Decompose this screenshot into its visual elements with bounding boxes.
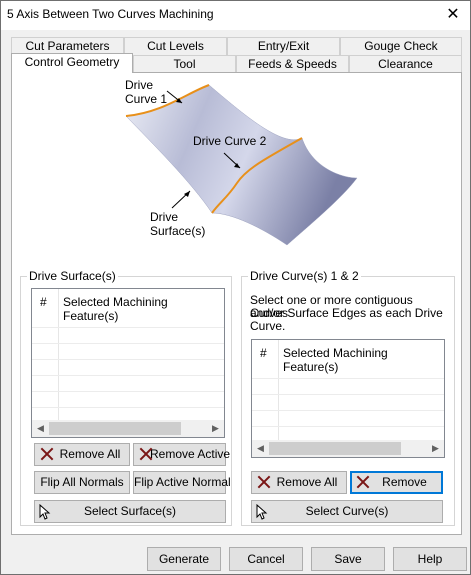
drive-surface-group: Drive Surface(s) # Selected Machining Fe… bbox=[20, 269, 232, 526]
remove-icon bbox=[138, 446, 154, 462]
select-surfaces-label: Select Surface(s) bbox=[83, 504, 177, 518]
scroll-left-icon[interactable]: ◀ bbox=[32, 420, 49, 437]
column-header-feature: Selected Machining Feature(s) bbox=[283, 346, 388, 374]
drive-curves-help-line-3: Curve. bbox=[250, 319, 286, 333]
select-curves-label: Select Curve(s) bbox=[305, 504, 389, 518]
drive-surface-diagram bbox=[125, 84, 358, 246]
scroll-thumb[interactable] bbox=[269, 442, 401, 455]
remove-icon bbox=[355, 474, 371, 490]
drive-curves-list[interactable]: # Selected Machining Feature(s) ◀ ▶ bbox=[251, 339, 445, 458]
flip-active-normal-button[interactable]: Flip Active Normal bbox=[133, 471, 231, 494]
drive-curves-group: Drive Curve(s) 1 & 2 Select one or more … bbox=[241, 269, 455, 526]
remove-all-surfaces-button[interactable]: Remove All bbox=[34, 443, 130, 466]
tab-cut-levels[interactable]: Cut Levels bbox=[124, 37, 227, 55]
scroll-thumb[interactable] bbox=[49, 422, 181, 435]
drive-surface-list[interactable]: # Selected Machining Feature(s) ◀ ▶ bbox=[31, 288, 225, 438]
row-line bbox=[32, 407, 224, 408]
remove-active-surface-button[interactable]: Remove Active bbox=[133, 443, 230, 466]
remove-curve-button[interactable]: Remove bbox=[350, 471, 443, 494]
column-divider bbox=[278, 340, 279, 440]
remove-all-label: Remove All bbox=[276, 475, 338, 489]
tab-feeds-speeds[interactable]: Feeds & Speeds bbox=[236, 55, 349, 73]
select-curves-button[interactable]: Select Curve(s) bbox=[251, 500, 443, 523]
horizontal-scrollbar[interactable]: ◀ ▶ bbox=[32, 420, 224, 437]
label-drive-surface-b: Surface(s) bbox=[150, 224, 206, 238]
remove-all-label: Remove All bbox=[59, 447, 121, 461]
label-drive-surface-a: Drive bbox=[150, 210, 179, 224]
column-divider bbox=[58, 289, 59, 420]
close-icon[interactable]: ✕ bbox=[442, 4, 464, 26]
column-header-feature: Selected Machining Feature(s) bbox=[63, 295, 168, 323]
help-button[interactable]: Help bbox=[393, 547, 467, 571]
remove-icon bbox=[39, 446, 55, 462]
row-line bbox=[252, 378, 444, 379]
scroll-left-icon[interactable]: ◀ bbox=[252, 440, 269, 457]
remove-icon bbox=[256, 474, 272, 490]
tab-clearance[interactable]: Clearance bbox=[349, 55, 462, 73]
tab-entry-exit[interactable]: Entry/Exit bbox=[227, 37, 340, 55]
row-line bbox=[252, 426, 444, 427]
row-line bbox=[252, 394, 444, 395]
tab-control-geometry[interactable]: Control Geometry bbox=[11, 53, 133, 73]
label-drive-curve-2: Drive Curve 2 bbox=[193, 134, 267, 148]
drive-curves-group-label: Drive Curve(s) 1 & 2 bbox=[248, 269, 361, 283]
row-line bbox=[32, 391, 224, 392]
window-title: 5 Axis Between Two Curves Machining bbox=[7, 7, 214, 21]
pointer-cursor-icon bbox=[39, 504, 51, 520]
cancel-button[interactable]: Cancel bbox=[229, 547, 303, 571]
row-line bbox=[32, 359, 224, 360]
column-header-number: # bbox=[40, 295, 47, 309]
title-bar: 5 Axis Between Two Curves Machining ✕ bbox=[1, 1, 470, 30]
flip-all-normals-button[interactable]: Flip All Normals bbox=[34, 471, 130, 494]
row-line bbox=[32, 343, 224, 344]
drive-surface-group-label: Drive Surface(s) bbox=[27, 269, 118, 283]
pointer-cursor-icon bbox=[256, 504, 268, 520]
row-line bbox=[32, 327, 224, 328]
row-line bbox=[252, 410, 444, 411]
column-header-number: # bbox=[260, 346, 267, 360]
save-button[interactable]: Save bbox=[311, 547, 385, 571]
label-drive-curve-1-b: Curve 1 bbox=[125, 92, 168, 106]
scroll-right-icon[interactable]: ▶ bbox=[427, 440, 444, 457]
row-line bbox=[32, 375, 224, 376]
horizontal-scrollbar[interactable]: ◀ ▶ bbox=[252, 440, 444, 457]
select-surfaces-button[interactable]: Select Surface(s) bbox=[34, 500, 226, 523]
dialog-window: 5 Axis Between Two Curves Machining ✕ Cu… bbox=[0, 0, 471, 575]
scroll-right-icon[interactable]: ▶ bbox=[207, 420, 224, 437]
control-geometry-panel: Drive Curve 1 Drive Curve 2 Drive Surfac… bbox=[11, 72, 462, 535]
label-drive-curve-1-a: Drive bbox=[125, 78, 154, 92]
tab-gouge-check[interactable]: Gouge Check bbox=[340, 37, 462, 55]
tab-tool[interactable]: Tool bbox=[133, 55, 236, 73]
remove-all-curves-button[interactable]: Remove All bbox=[251, 471, 347, 494]
generate-button[interactable]: Generate bbox=[147, 547, 221, 571]
remove-label: Remove bbox=[382, 475, 427, 489]
